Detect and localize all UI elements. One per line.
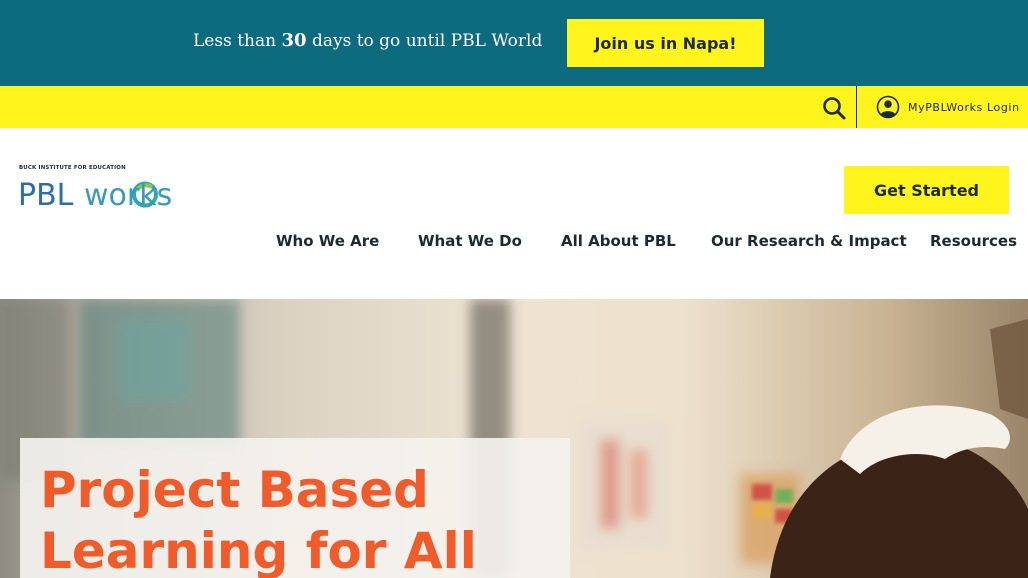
hero-section: Project Based Learning for All: [0, 299, 1028, 578]
hero-title: Project Based Learning for All: [40, 460, 560, 578]
hero-title-line-1: Project Based: [40, 461, 429, 519]
logo-text-works: works: [84, 178, 172, 213]
promo-countdown-text: Less than 30 days to go until PBL World: [193, 30, 542, 51]
hero-title-card: Project Based Learning for All: [20, 438, 570, 578]
search-icon: [823, 97, 846, 120]
search-button[interactable]: [822, 96, 848, 120]
logo-graphic: PBL works: [18, 178, 172, 213]
user-circle-icon: [876, 95, 900, 119]
pblworks-logo[interactable]: PBL works BUCK INSTITUTE FOR EDUCATION: [18, 164, 228, 214]
get-started-button[interactable]: Get Started: [844, 166, 1009, 214]
join-napa-button[interactable]: Join us in Napa!: [567, 19, 764, 67]
hero-title-line-2: Learning for All: [40, 522, 477, 578]
promo-suffix: days to go until PBL World: [311, 31, 543, 51]
nav-what-we-do[interactable]: What We Do: [418, 232, 522, 250]
nav-resources[interactable]: Resources: [930, 232, 1017, 250]
nav-research-impact[interactable]: Our Research & Impact: [711, 232, 907, 250]
nav-all-about-pbl[interactable]: All About PBL: [561, 232, 676, 250]
promo-days-count: 30: [281, 30, 307, 51]
login-label: MyPBLWorks Login: [908, 100, 1020, 114]
logo-tagline: BUCK INSTITUTE FOR EDUCATION: [19, 165, 126, 171]
mypblworks-login-link[interactable]: MyPBLWorks Login: [876, 95, 1020, 119]
nav-who-we-are[interactable]: Who We Are: [276, 232, 379, 250]
promo-banner: Less than 30 days to go until PBL World …: [0, 0, 1028, 86]
logo-text-pbl: PBL: [18, 178, 74, 213]
utility-divider: [856, 86, 857, 128]
utility-bar: [0, 86, 1028, 128]
promo-prefix: Less than: [193, 31, 277, 51]
